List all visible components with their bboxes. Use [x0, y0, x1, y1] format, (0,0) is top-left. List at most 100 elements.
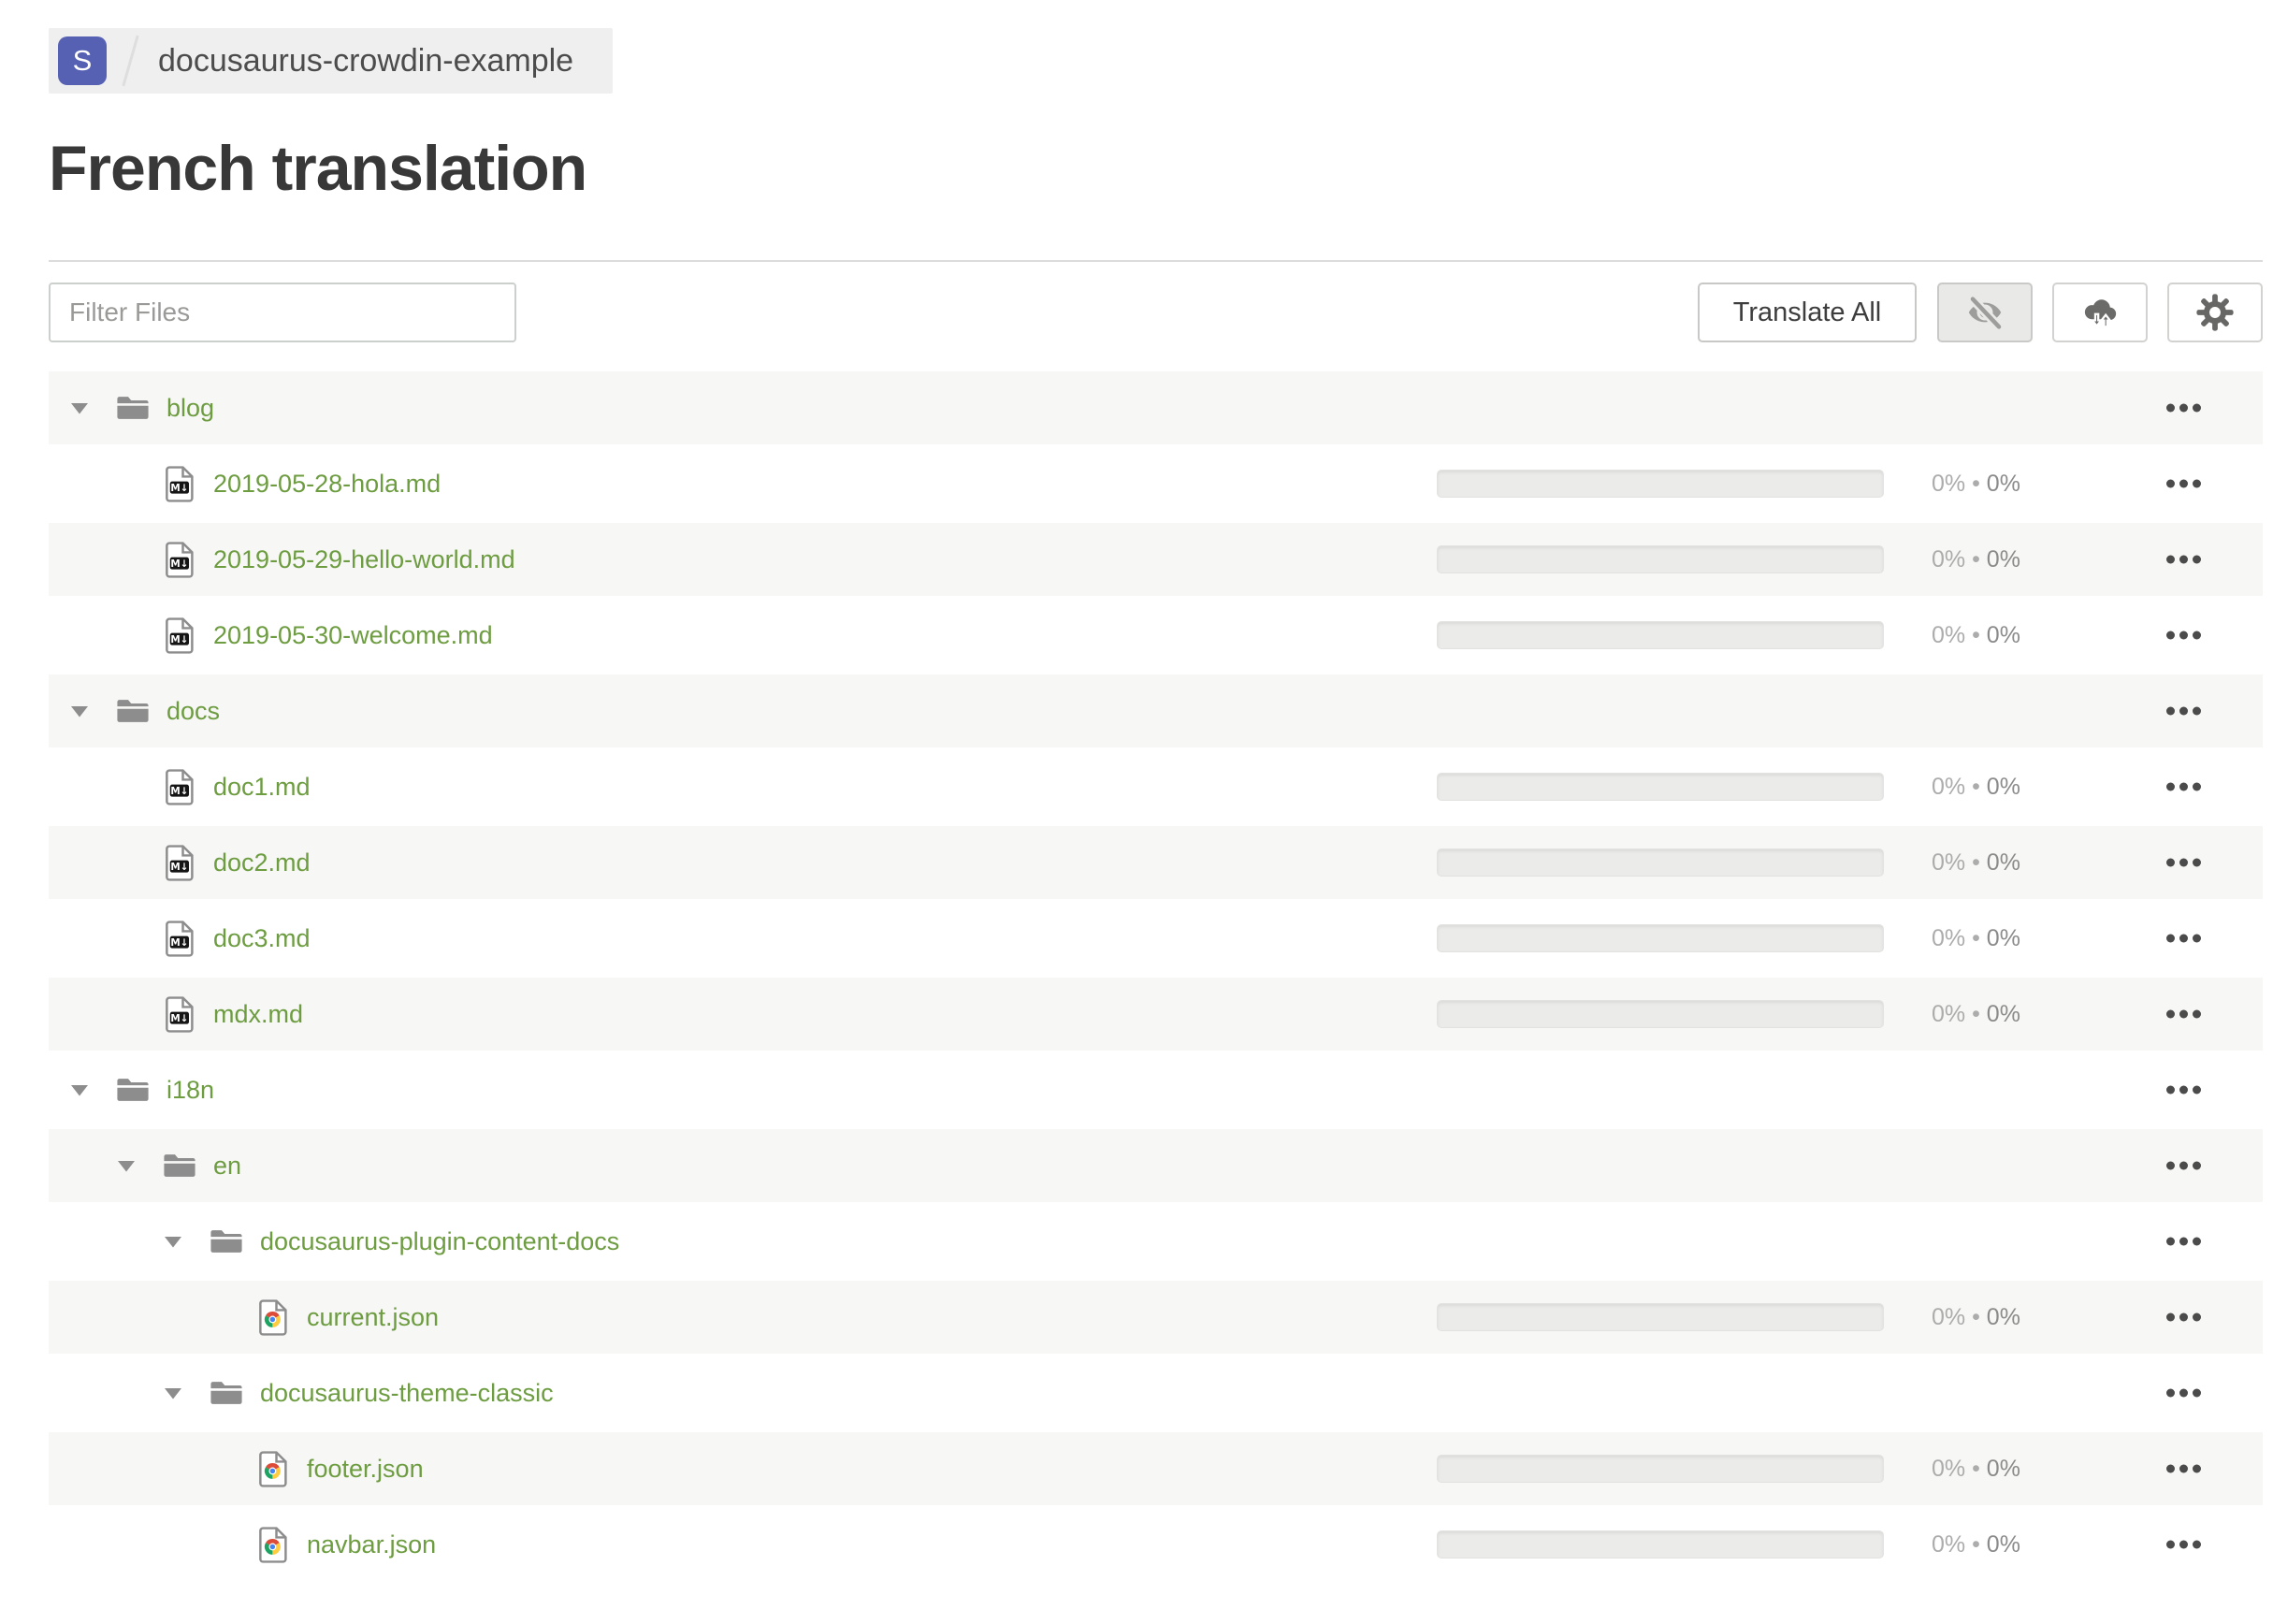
folder-icon [164, 1154, 195, 1177]
markdown-file-icon: M↓ [166, 465, 194, 502]
percent-separator: • [1965, 1455, 1987, 1482]
row-menu-button[interactable] [2166, 474, 2201, 494]
file-name-link[interactable]: 2019-05-30-welcome.md [213, 621, 493, 650]
progress-percentages: 0% • 0% [1932, 523, 2020, 596]
markdown-file-icon: M↓ [166, 844, 194, 881]
percent-separator: • [1965, 545, 1987, 573]
folder-name-link[interactable]: docs [166, 697, 220, 726]
row-menu-button[interactable] [2166, 399, 2201, 418]
row-menu-button[interactable] [2166, 550, 2201, 570]
approved-percent: 0% [1986, 773, 2020, 800]
file-row[interactable]: navbar.json 0% • 0% [49, 1508, 2263, 1582]
row-menu-button[interactable] [2166, 1232, 2201, 1252]
folder-row[interactable]: docusaurus-plugin-content-docs [49, 1205, 2263, 1279]
progress-bar [1437, 1303, 1884, 1332]
project-badge[interactable]: S [58, 36, 107, 85]
row-menu-button[interactable] [2166, 1005, 2201, 1024]
ellipsis-dot [2166, 1464, 2175, 1473]
file-row[interactable]: M↓ 2019-05-29-hello-world.md 0% • 0% [49, 523, 2263, 597]
breadcrumb-project-name[interactable]: docusaurus-crowdin-example [158, 43, 573, 80]
folder-name-link[interactable]: en [213, 1152, 241, 1181]
file-row[interactable]: M↓ doc2.md 0% • 0% [49, 826, 2263, 900]
file-name-link[interactable]: 2019-05-29-hello-world.md [213, 545, 515, 574]
row-menu-button[interactable] [2166, 777, 2201, 797]
caret-down-icon [71, 402, 88, 414]
file-name-link[interactable]: current.json [307, 1303, 439, 1332]
folder-name-link[interactable]: i18n [166, 1076, 214, 1105]
folder-row[interactable]: i18n [49, 1053, 2263, 1127]
file-name-link[interactable]: footer.json [307, 1455, 424, 1484]
row-menu-button[interactable] [2166, 853, 2201, 873]
approved-percent: 0% [1986, 1530, 2020, 1558]
percent-separator: • [1965, 1000, 1987, 1027]
ellipsis-dot [2193, 1312, 2201, 1322]
row-menu-button[interactable] [2166, 1535, 2201, 1555]
ellipsis-dot [2179, 1312, 2188, 1322]
ellipsis-dot [2166, 403, 2175, 413]
file-name-link[interactable]: 2019-05-28-hola.md [213, 470, 441, 499]
json-file-icon [259, 1298, 287, 1336]
ellipsis-dot [2166, 1388, 2175, 1398]
file-row[interactable]: current.json 0% • 0% [49, 1281, 2263, 1355]
translated-percent: 0% [1932, 1000, 1966, 1027]
caret-down-icon [118, 1160, 135, 1172]
row-menu-button[interactable] [2166, 1080, 2201, 1100]
folder-row[interactable]: docs [49, 674, 2263, 748]
folder-collapse-toggle[interactable] [164, 1387, 209, 1399]
file-row[interactable]: footer.json 0% • 0% [49, 1432, 2263, 1506]
folder-name-link[interactable]: docusaurus-plugin-content-docs [260, 1227, 619, 1256]
folder-row[interactable]: blog [49, 371, 2263, 445]
folder-collapse-toggle[interactable] [70, 1084, 115, 1096]
file-row[interactable]: M↓ mdx.md 0% • 0% [49, 978, 2263, 1051]
translate-all-button[interactable]: Translate All [1698, 283, 1917, 343]
folder-row[interactable]: docusaurus-theme-classic [49, 1356, 2263, 1430]
markdown-file-icon: M↓ [166, 616, 194, 654]
folder-collapse-toggle[interactable] [117, 1160, 162, 1172]
percent-separator: • [1965, 470, 1987, 497]
folder-name-link[interactable]: blog [166, 394, 214, 423]
file-name-link[interactable]: mdx.md [213, 1000, 303, 1029]
row-menu-button[interactable] [2166, 702, 2201, 721]
folder-name-link[interactable]: docusaurus-theme-classic [260, 1379, 554, 1408]
file-row[interactable]: M↓ doc1.md 0% • 0% [49, 750, 2263, 824]
folder-icon [117, 700, 149, 722]
file-row[interactable]: M↓ 2019-05-28-hola.md 0% • 0% [49, 447, 2263, 521]
file-name-link[interactable]: navbar.json [307, 1530, 436, 1559]
markdown-file-icon: M↓ [166, 920, 194, 957]
row-menu-button[interactable] [2166, 626, 2201, 645]
row-menu-button[interactable] [2166, 1156, 2201, 1176]
filter-files-input[interactable] [49, 283, 516, 343]
ellipsis-dot [2193, 479, 2201, 488]
row-menu-button[interactable] [2166, 1308, 2201, 1327]
download-upload-button[interactable] [2052, 283, 2148, 343]
translated-percent: 0% [1932, 1455, 1966, 1482]
json-file-icon [259, 1526, 287, 1563]
file-name-link[interactable]: doc1.md [213, 773, 311, 802]
markdown-file-icon: M↓ [166, 995, 194, 1033]
ellipsis-dot [2193, 934, 2201, 943]
folder-row[interactable]: en [49, 1129, 2263, 1203]
row-menu-button[interactable] [2166, 1384, 2201, 1403]
caret-down-icon [71, 1084, 88, 1096]
settings-button[interactable] [2167, 283, 2263, 343]
file-row[interactable]: M↓ 2019-05-30-welcome.md 0% • 0% [49, 599, 2263, 673]
row-menu-button[interactable] [2166, 929, 2201, 949]
ellipsis-dot [2179, 782, 2188, 791]
file-row[interactable]: M↓ doc3.md 0% • 0% [49, 902, 2263, 976]
file-name-link[interactable]: doc2.md [213, 848, 311, 877]
breadcrumb-separator [122, 35, 139, 87]
ellipsis-dot [2166, 1312, 2175, 1322]
folder-collapse-toggle[interactable] [70, 705, 115, 718]
breadcrumb: S docusaurus-crowdin-example [49, 28, 614, 94]
file-name-link[interactable]: doc3.md [213, 924, 311, 953]
progress-bar [1437, 773, 1884, 802]
svg-text:M↓: M↓ [170, 862, 188, 873]
folder-collapse-toggle[interactable] [70, 402, 115, 414]
folder-icon [210, 1382, 242, 1404]
progress-percentages: 0% • 0% [1932, 902, 2020, 975]
progress-bar [1437, 924, 1884, 953]
row-menu-button[interactable] [2166, 1459, 2201, 1479]
hide-completed-button[interactable] [1937, 283, 2033, 343]
ellipsis-dot [2166, 555, 2175, 564]
folder-collapse-toggle[interactable] [164, 1236, 209, 1248]
